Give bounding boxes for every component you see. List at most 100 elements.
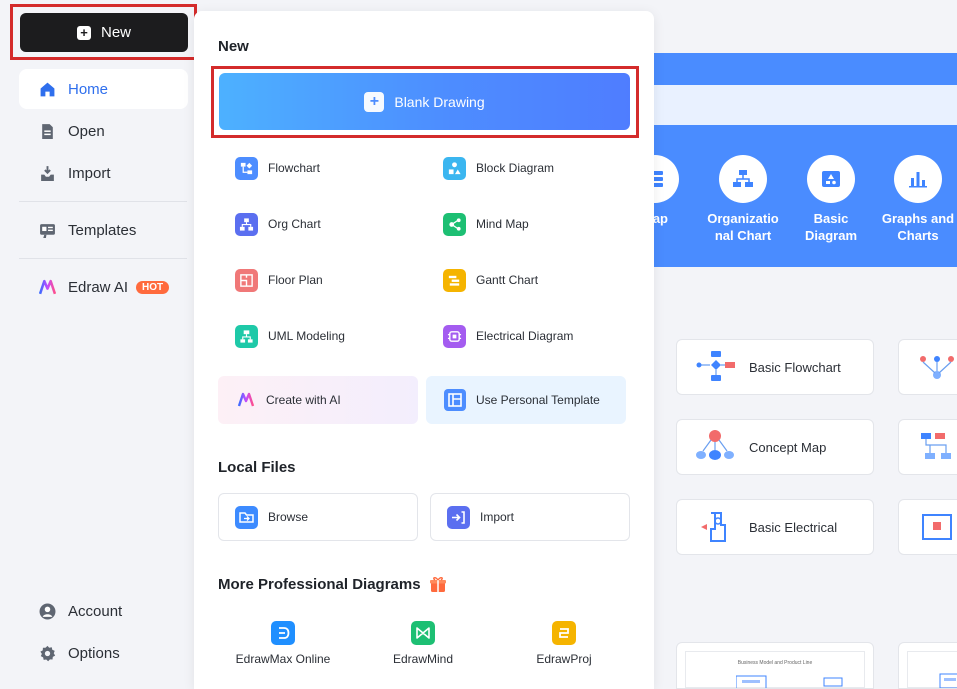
sidebar-item-home[interactable]: Home — [19, 69, 188, 109]
gift-icon — [429, 577, 446, 592]
new-section-title: New — [218, 38, 249, 55]
electrical-icon — [443, 324, 466, 348]
import-icon — [41, 165, 54, 181]
category-label: Basic Diagram — [804, 211, 858, 243]
diagram-type-label: Electrical Diagram — [476, 329, 574, 343]
template-card-partial[interactable] — [898, 419, 957, 475]
template-thumbnail: Business Model and Product Line — [685, 651, 865, 688]
org-chart-category-icon — [719, 155, 767, 203]
browse-button[interactable]: Browse — [218, 493, 418, 541]
template-card-partial[interactable] — [898, 499, 957, 555]
edrawmax-online-icon — [271, 621, 295, 645]
use-personal-template-label: Use Personal Template — [476, 393, 600, 407]
sidebar-item-label: Open — [68, 122, 105, 140]
org-chart-icon — [235, 212, 258, 236]
category-label: Organizatio nal Chart — [707, 211, 779, 243]
gantt-chart-icon — [443, 268, 466, 292]
template-thumbnail-card[interactable]: Business Model and Product Line — [676, 642, 874, 689]
template-thumbnail-card[interactable] — [898, 642, 957, 689]
diagram-type-org-chart[interactable]: Org Chart — [235, 210, 321, 238]
template-card-basic-flowchart[interactable]: Basic Flowchart — [676, 339, 874, 395]
sidebar-item-label: Options — [68, 644, 120, 662]
diagram-type-uml-modeling[interactable]: UML Modeling — [235, 322, 345, 350]
template-thumbnail-icon — [922, 514, 952, 540]
diagram-type-mind-map[interactable]: Mind Map — [443, 210, 529, 238]
mind-map-icon — [443, 212, 466, 236]
sidebar-item-label: Account — [68, 602, 123, 620]
floor-plan-icon — [235, 268, 258, 292]
thumbnail-caption: Business Model and Product Line — [737, 660, 813, 666]
sidebar-item-open[interactable]: Open — [19, 111, 188, 151]
diagram-type-label: Gantt Chart — [476, 273, 539, 287]
blank-drawing-highlight: + Blank Drawing — [211, 66, 639, 138]
template-card-label: Basic Flowchart — [749, 359, 841, 375]
sidebar-item-import[interactable]: Import — [19, 153, 188, 193]
diagram-type-block-diagram[interactable]: Block Diagram — [443, 154, 554, 182]
template-banner: s Map Organizatio nal Chart Basic Diagra… — [630, 53, 957, 267]
browse-label: Browse — [268, 510, 309, 524]
flowchart-thumbnail-icon — [696, 351, 735, 381]
import-label: Import — [480, 510, 515, 524]
diagram-type-electrical-diagram[interactable]: Electrical Diagram — [443, 322, 573, 350]
graphs-category-icon — [894, 155, 942, 203]
blank-drawing-button[interactable]: + Blank Drawing — [219, 73, 630, 130]
sidebar-item-options[interactable]: Options — [19, 633, 188, 673]
sidebar-item-label: Home — [68, 80, 109, 98]
electrical-thumbnail-icon — [701, 512, 726, 542]
blank-drawing-label: Blank Drawing — [394, 93, 485, 110]
hot-badge: HOT — [136, 280, 170, 294]
template-card-basic-electrical[interactable]: Basic Electrical — [676, 499, 874, 555]
template-card-concept-map[interactable]: Concept Map — [676, 419, 874, 475]
new-button[interactable]: + New — [20, 13, 188, 52]
new-button-label: New — [100, 24, 131, 41]
category-graphs-and-charts[interactable]: Graphs and Charts — [878, 155, 957, 244]
diagram-type-flowchart[interactable]: Flowchart — [235, 154, 320, 182]
sidebar-item-label: Edraw AI — [68, 278, 129, 296]
plus-icon: + — [364, 91, 385, 112]
home-icon — [40, 82, 55, 96]
diagram-type-floor-plan[interactable]: Floor Plan — [235, 266, 323, 294]
category-basic-diagram[interactable]: Basic Diagram — [791, 155, 871, 244]
pro-app-label: EdrawMax Online — [235, 652, 331, 666]
sidebar-item-label: Templates — [68, 221, 137, 239]
template-card-label: Concept Map — [749, 439, 827, 455]
template-search-bar[interactable]: s — [630, 85, 957, 125]
more-professional-label: More Professional Diagrams — [218, 575, 421, 593]
more-professional-title: More Professional Diagrams — [218, 575, 447, 593]
plus-icon: + — [76, 25, 91, 40]
import-file-button[interactable]: Import — [430, 493, 630, 541]
pro-app-edrawproj[interactable]: EdrawProj — [499, 621, 629, 666]
import-icon — [447, 505, 470, 529]
template-card-partial[interactable] — [898, 339, 957, 395]
pro-app-edrawmind[interactable]: EdrawMind — [358, 621, 488, 666]
diagram-type-label: UML Modeling — [268, 329, 345, 343]
pro-app-edrawmax-online[interactable]: EdrawMax Online — [218, 621, 348, 666]
sidebar-item-edraw-ai[interactable]: Edraw AI HOT — [19, 267, 188, 307]
sidebar-item-templates[interactable]: Templates — [19, 210, 188, 250]
use-personal-template-button[interactable]: Use Personal Template — [426, 376, 626, 424]
concept-map-thumbnail-icon — [696, 430, 734, 460]
diagram-type-label: Org Chart — [268, 217, 321, 231]
sidebar: + New Home Open Import Templates Edraw A… — [0, 0, 197, 689]
diagram-type-label: Floor Plan — [268, 273, 323, 287]
template-card-label: Basic Electrical — [749, 519, 838, 535]
account-icon — [39, 603, 56, 619]
new-dropdown-panel: New + Blank Drawing Flowchart Block Diag… — [194, 11, 654, 689]
pro-app-label: EdrawMind — [392, 652, 454, 666]
edraw-ai-icon — [237, 392, 255, 407]
local-files-title: Local Files — [218, 459, 296, 476]
document-icon — [42, 123, 53, 139]
pro-app-label: EdrawProj — [536, 652, 592, 666]
diagram-type-gantt-chart[interactable]: Gantt Chart — [443, 266, 538, 294]
sidebar-divider — [19, 201, 187, 202]
create-with-ai-button[interactable]: Create with AI — [218, 376, 418, 424]
edraw-ai-icon — [39, 279, 56, 294]
template-thumbnail-icon — [920, 356, 954, 379]
new-button-highlight: + New — [10, 4, 197, 60]
diagram-type-label: Mind Map — [476, 217, 529, 231]
category-organizational-chart[interactable]: Organizatio nal Chart — [703, 155, 783, 244]
sidebar-item-account[interactable]: Account — [19, 591, 188, 631]
templates-icon — [40, 223, 55, 238]
sidebar-divider — [19, 258, 187, 259]
gear-icon — [40, 645, 56, 661]
